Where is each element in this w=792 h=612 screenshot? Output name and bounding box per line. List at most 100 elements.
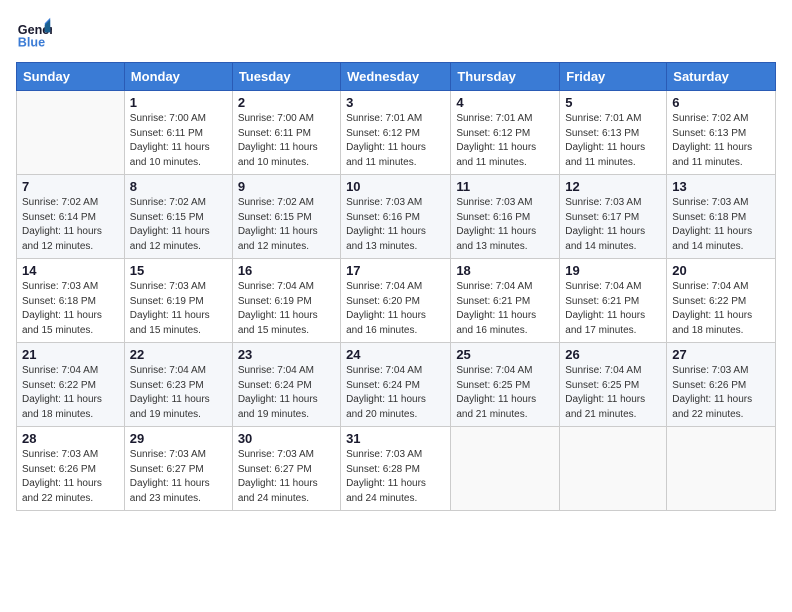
day-info: Sunrise: 7:00 AMSunset: 6:11 PMDaylight:… (130, 112, 227, 170)
day-cell: 30 Sunrise: 7:03 AMSunset: 6:27 PMDayligh… (232, 427, 340, 511)
day-number: 16 (238, 263, 335, 278)
day-cell: 9 Sunrise: 7:02 AMSunset: 6:15 PMDaylight… (232, 175, 340, 259)
day-cell (451, 427, 560, 511)
day-info: Sunrise: 7:03 AMSunset: 6:27 PMDaylight:… (130, 448, 227, 506)
day-number: 3 (346, 95, 445, 110)
day-info: Sunrise: 7:03 AMSunset: 6:19 PMDaylight:… (130, 280, 227, 338)
day-info: Sunrise: 7:01 AMSunset: 6:12 PMDaylight:… (456, 112, 554, 170)
day-number: 22 (130, 347, 227, 362)
day-number: 2 (238, 95, 335, 110)
day-cell: 1 Sunrise: 7:00 AMSunset: 6:11 PMDaylight… (124, 91, 232, 175)
day-number: 9 (238, 179, 335, 194)
day-cell: 14Sunrise: 7:03 AMSunset: 6:18 PMDayligh… (17, 259, 125, 343)
day-info: Sunrise: 7:02 AMSunset: 6:14 PMDaylight:… (22, 196, 119, 254)
day-info: Sunrise: 7:03 AMSunset: 6:27 PMDaylight:… (238, 448, 335, 506)
day-number: 21 (22, 347, 119, 362)
day-number: 6 (672, 95, 770, 110)
day-cell: 15 Sunrise: 7:03 AMSunset: 6:19 PMDayligh… (124, 259, 232, 343)
day-info: Sunrise: 7:04 AMSunset: 6:23 PMDaylight:… (130, 364, 227, 422)
day-info: Sunrise: 7:04 AMSunset: 6:21 PMDaylight:… (456, 280, 554, 338)
day-info: Sunrise: 7:03 AMSunset: 6:16 PMDaylight:… (456, 196, 554, 254)
day-cell: 3 Sunrise: 7:01 AMSunset: 6:12 PMDaylight… (341, 91, 451, 175)
day-number: 31 (346, 431, 445, 446)
day-info: Sunrise: 7:04 AMSunset: 6:24 PMDaylight:… (238, 364, 335, 422)
day-cell: 22 Sunrise: 7:04 AMSunset: 6:23 PMDayligh… (124, 343, 232, 427)
logo: General Blue (16, 16, 56, 52)
day-info: Sunrise: 7:02 AMSunset: 6:13 PMDaylight:… (672, 112, 770, 170)
day-cell: 23 Sunrise: 7:04 AMSunset: 6:24 PMDayligh… (232, 343, 340, 427)
day-number: 15 (130, 263, 227, 278)
day-cell: 21 Sunrise: 7:04 AMSunset: 6:22 PMDayligh… (17, 343, 125, 427)
week-row-2: 7 Sunrise: 7:02 AMSunset: 6:14 PMDaylight… (17, 175, 776, 259)
day-number: 8 (130, 179, 227, 194)
day-number: 12 (565, 179, 661, 194)
day-number: 10 (346, 179, 445, 194)
day-number: 11 (456, 179, 554, 194)
day-cell: 31Sunrise: 7:03 AMSunset: 6:28 PMDayligh… (341, 427, 451, 511)
page-header: General Blue (16, 16, 776, 52)
column-header-monday: Monday (124, 63, 232, 91)
day-info: Sunrise: 7:03 AMSunset: 6:26 PMDaylight:… (672, 364, 770, 422)
day-cell: 26 Sunrise: 7:04 AMSunset: 6:25 PMDayligh… (560, 343, 667, 427)
column-header-wednesday: Wednesday (341, 63, 451, 91)
day-number: 19 (565, 263, 661, 278)
day-cell: 16Sunrise: 7:04 AMSunset: 6:19 PMDayligh… (232, 259, 340, 343)
day-number: 30 (238, 431, 335, 446)
column-header-thursday: Thursday (451, 63, 560, 91)
day-cell: 18 Sunrise: 7:04 AMSunset: 6:21 PMDayligh… (451, 259, 560, 343)
day-info: Sunrise: 7:00 AMSunset: 6:11 PMDaylight:… (238, 112, 335, 170)
day-cell: 27 Sunrise: 7:03 AMSunset: 6:26 PMDayligh… (667, 343, 776, 427)
day-info: Sunrise: 7:04 AMSunset: 6:22 PMDaylight:… (22, 364, 119, 422)
day-cell: 13 Sunrise: 7:03 AMSunset: 6:18 PMDayligh… (667, 175, 776, 259)
week-row-4: 21 Sunrise: 7:04 AMSunset: 6:22 PMDayligh… (17, 343, 776, 427)
day-info: Sunrise: 7:04 AMSunset: 6:24 PMDaylight:… (346, 364, 445, 422)
column-header-tuesday: Tuesday (232, 63, 340, 91)
day-cell (667, 427, 776, 511)
day-number: 5 (565, 95, 661, 110)
day-number: 27 (672, 347, 770, 362)
column-header-friday: Friday (560, 63, 667, 91)
day-number: 24 (346, 347, 445, 362)
day-number: 26 (565, 347, 661, 362)
day-number: 4 (456, 95, 554, 110)
day-cell: 19 Sunrise: 7:04 AMSunset: 6:21 PMDayligh… (560, 259, 667, 343)
day-info: Sunrise: 7:02 AMSunset: 6:15 PMDaylight:… (238, 196, 335, 254)
logo-icon: General Blue (16, 16, 52, 52)
day-cell: 17Sunrise: 7:04 AMSunset: 6:20 PMDayligh… (341, 259, 451, 343)
day-cell: 12Sunrise: 7:03 AMSunset: 6:17 PMDayligh… (560, 175, 667, 259)
week-row-3: 14Sunrise: 7:03 AMSunset: 6:18 PMDayligh… (17, 259, 776, 343)
day-number: 25 (456, 347, 554, 362)
day-number: 29 (130, 431, 227, 446)
day-info: Sunrise: 7:04 AMSunset: 6:25 PMDaylight:… (565, 364, 661, 422)
day-info: Sunrise: 7:03 AMSunset: 6:18 PMDaylight:… (22, 280, 119, 338)
day-info: Sunrise: 7:04 AMSunset: 6:21 PMDaylight:… (565, 280, 661, 338)
day-number: 23 (238, 347, 335, 362)
day-cell: 20Sunrise: 7:04 AMSunset: 6:22 PMDayligh… (667, 259, 776, 343)
day-number: 28 (22, 431, 119, 446)
day-number: 20 (672, 263, 770, 278)
calendar-table: SundayMondayTuesdayWednesdayThursdayFrid… (16, 62, 776, 511)
day-cell: 7 Sunrise: 7:02 AMSunset: 6:14 PMDaylight… (17, 175, 125, 259)
day-cell: 29 Sunrise: 7:03 AMSunset: 6:27 PMDayligh… (124, 427, 232, 511)
column-header-sunday: Sunday (17, 63, 125, 91)
day-info: Sunrise: 7:02 AMSunset: 6:15 PMDaylight:… (130, 196, 227, 254)
week-row-5: 28Sunrise: 7:03 AMSunset: 6:26 PMDayligh… (17, 427, 776, 511)
day-cell: 28Sunrise: 7:03 AMSunset: 6:26 PMDayligh… (17, 427, 125, 511)
day-info: Sunrise: 7:03 AMSunset: 6:18 PMDaylight:… (672, 196, 770, 254)
day-cell: 25 Sunrise: 7:04 AMSunset: 6:25 PMDayligh… (451, 343, 560, 427)
week-row-1: 1 Sunrise: 7:00 AMSunset: 6:11 PMDaylight… (17, 91, 776, 175)
day-cell (17, 91, 125, 175)
day-number: 18 (456, 263, 554, 278)
day-cell: 11 Sunrise: 7:03 AMSunset: 6:16 PMDayligh… (451, 175, 560, 259)
day-info: Sunrise: 7:01 AMSunset: 6:13 PMDaylight:… (565, 112, 661, 170)
day-number: 13 (672, 179, 770, 194)
day-info: Sunrise: 7:04 AMSunset: 6:20 PMDaylight:… (346, 280, 445, 338)
day-number: 1 (130, 95, 227, 110)
day-info: Sunrise: 7:04 AMSunset: 6:25 PMDaylight:… (456, 364, 554, 422)
day-cell: 2 Sunrise: 7:00 AMSunset: 6:11 PMDaylight… (232, 91, 340, 175)
day-cell (560, 427, 667, 511)
day-cell: 24 Sunrise: 7:04 AMSunset: 6:24 PMDayligh… (341, 343, 451, 427)
day-number: 7 (22, 179, 119, 194)
day-cell: 10Sunrise: 7:03 AMSunset: 6:16 PMDayligh… (341, 175, 451, 259)
day-info: Sunrise: 7:01 AMSunset: 6:12 PMDaylight:… (346, 112, 445, 170)
